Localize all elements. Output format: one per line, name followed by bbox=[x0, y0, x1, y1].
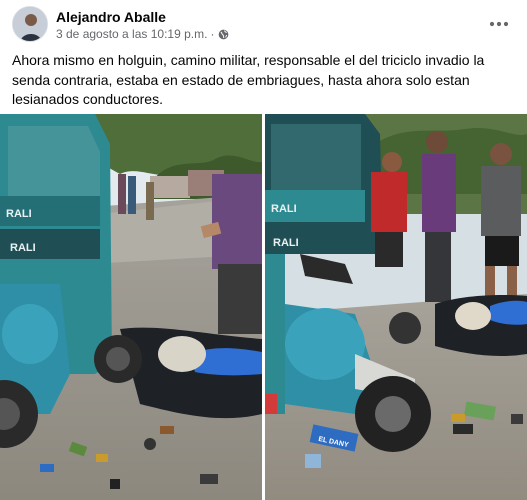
brand-label-bottom: RALI bbox=[10, 242, 36, 254]
post-timestamp[interactable]: 3 de agosto a las 10:19 p.m. bbox=[56, 27, 207, 41]
author-name[interactable]: Alejandro Aballe bbox=[56, 9, 166, 25]
avatar-photo bbox=[13, 7, 47, 41]
photo-right[interactable]: RALI RALI EL DANY bbox=[265, 114, 527, 500]
globe-icon bbox=[218, 29, 229, 40]
post-text: Ahora mismo en holguin, camino militar, … bbox=[12, 52, 485, 107]
photo-left[interactable]: RALI RALI bbox=[0, 114, 262, 500]
post-header: Alejandro Aballe 3 de agosto a las 10:19… bbox=[12, 6, 515, 42]
more-options-button[interactable] bbox=[483, 8, 515, 40]
brand-label-bottom-right: RALI bbox=[273, 237, 299, 249]
avatar[interactable] bbox=[12, 6, 48, 42]
photo-grid: RALI RALI RALI RALI EL DANY bbox=[0, 114, 527, 500]
brand-label-top: RALI bbox=[6, 208, 32, 220]
post-meta: 3 de agosto a las 10:19 p.m. · bbox=[56, 27, 229, 41]
brand-label-top-right: RALI bbox=[271, 203, 297, 215]
meta-separator: · bbox=[210, 27, 215, 41]
more-options-icon bbox=[489, 21, 509, 27]
